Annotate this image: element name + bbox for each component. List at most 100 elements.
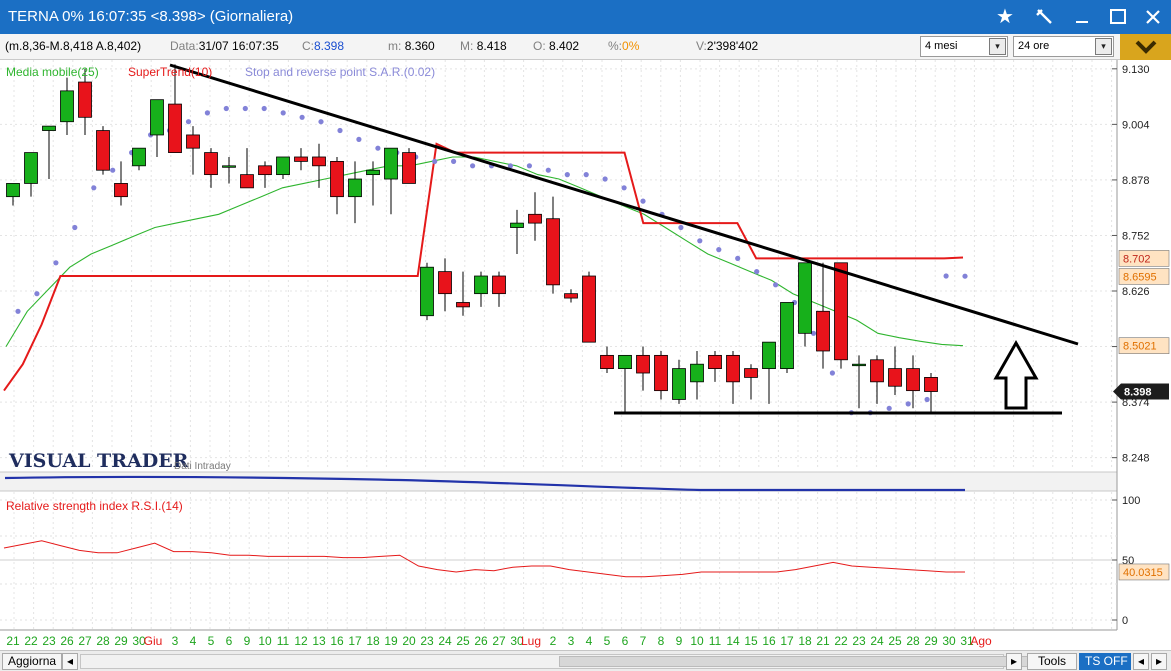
day-label: 29: [114, 634, 128, 648]
candle-body: [96, 130, 110, 171]
sar-dot: [299, 114, 305, 120]
maximize-icon[interactable]: [1104, 3, 1132, 31]
day-label: 26: [474, 634, 488, 648]
sar-price-tag: 8.6595: [1123, 271, 1157, 283]
candle-body: [798, 262, 812, 334]
price-chart[interactable]: 9.1309.0048.8788.7528.6268.5008.3748.248…: [0, 60, 1171, 650]
candle-body: [834, 262, 848, 361]
sar-dot: [697, 238, 703, 244]
sar-dot: [943, 273, 949, 279]
day-label: 20: [402, 634, 416, 648]
refresh-button[interactable]: Aggiorna: [2, 653, 63, 670]
scroll-right-button[interactable]: ▸: [1006, 653, 1022, 670]
price-tick-label: 8.878: [1122, 175, 1150, 187]
day-label: 28: [96, 634, 110, 648]
rsi-value-tag: 40.0315: [1123, 567, 1163, 579]
price-tick-label: 8.248: [1122, 453, 1150, 465]
sar-dot: [432, 158, 438, 164]
date-field: Data:31/07 16:07:35: [170, 39, 279, 53]
sar-dot: [356, 136, 362, 142]
legend-ma: Media mobile(25): [6, 65, 99, 79]
candle-body: [546, 218, 560, 286]
candle-body: [222, 165, 236, 168]
candle-body: [852, 363, 866, 367]
day-label: 23: [42, 634, 56, 648]
candle-body: [672, 368, 686, 400]
day-label: 18: [366, 634, 380, 648]
sar-dot: [110, 167, 116, 173]
candle-body: [816, 310, 830, 352]
sar-dot: [34, 291, 40, 297]
sar-dot: [545, 167, 551, 173]
horizontal-scrollbar[interactable]: [80, 654, 1029, 669]
day-label: 9: [244, 634, 251, 648]
candle-body: [600, 354, 614, 370]
pin-icon[interactable]: [1030, 3, 1058, 31]
day-label: 22: [24, 634, 38, 648]
day-label: 24: [438, 634, 452, 648]
day-label: 15: [744, 634, 758, 648]
day-label: 4: [586, 634, 593, 648]
candle-body: [528, 213, 542, 224]
ts-left-button[interactable]: ◂: [1133, 653, 1149, 670]
watermark-sub: Dati Intraday: [174, 461, 231, 472]
candle-body: [366, 169, 380, 176]
legend-supertrend: SuperTrend(10): [128, 65, 212, 79]
day-label: 25: [456, 634, 470, 648]
sar-dot: [204, 110, 210, 116]
supertrend-price-tag: 8.702: [1123, 253, 1151, 265]
day-label: 11: [277, 634, 290, 648]
scroll-thumb[interactable]: [559, 656, 1029, 667]
candle-body: [186, 134, 200, 149]
candle-body: [420, 266, 434, 317]
quote-info-bar: (m.8,36-M.8,418 A.8,402) Data:31/07 16:0…: [0, 34, 1171, 60]
candle-body: [510, 222, 524, 228]
max-price-field: M: 8.418: [460, 39, 507, 53]
day-label: 8: [658, 634, 665, 648]
volume-band: [0, 471, 1117, 492]
day-label: 23: [852, 634, 866, 648]
month-label: Lug: [521, 634, 541, 648]
sar-dot: [72, 224, 78, 231]
candle-body: [582, 275, 596, 343]
day-label: 22: [834, 634, 848, 648]
close-icon[interactable]: [1139, 3, 1167, 31]
volume-field: V:2'398'402: [696, 39, 759, 53]
scroll-left-button[interactable]: ◂: [62, 653, 78, 670]
ts-right-button[interactable]: ▸: [1151, 653, 1167, 670]
sar-dot: [375, 145, 381, 151]
period-select[interactable]: 4 mesi ▾: [920, 36, 1008, 57]
day-label: 27: [492, 634, 506, 648]
sar-dot: [886, 405, 892, 411]
rsi-label: Relative strength index R.S.I.(14): [6, 499, 183, 513]
day-label: 16: [762, 634, 776, 648]
sar-dot: [754, 269, 760, 275]
candle-body: [330, 160, 344, 198]
ts-toggle-button[interactable]: TS OFF: [1079, 653, 1131, 670]
day-label: 13: [312, 634, 326, 648]
day-label: 2: [550, 634, 557, 648]
expand-menu-button[interactable]: [1120, 34, 1171, 60]
candle-body: [78, 81, 92, 118]
minimize-icon[interactable]: [1068, 3, 1096, 31]
tools-button[interactable]: Tools: [1027, 653, 1077, 670]
day-label: 27: [78, 634, 92, 648]
month-label: Giu: [144, 634, 163, 648]
day-label: 28: [906, 634, 920, 648]
day-label: 16: [330, 634, 344, 648]
sar-dot: [640, 198, 646, 204]
range-label: (m.8,36-M.8,418 A.8,402): [5, 39, 142, 53]
candle-body: [312, 156, 326, 167]
candle-body: [204, 152, 218, 176]
chevron-down-icon: ▾: [1095, 38, 1112, 55]
candle-body: [258, 165, 272, 176]
star-icon[interactable]: ★: [991, 3, 1019, 31]
candle-body: [456, 302, 470, 308]
candle-body: [294, 156, 308, 162]
candle-body: [924, 377, 938, 392]
candle-body: [24, 152, 38, 184]
candle-body: [492, 275, 506, 295]
interval-select[interactable]: 24 ore ▾: [1013, 36, 1114, 57]
day-label: 5: [208, 634, 215, 648]
candle-body: [618, 354, 632, 370]
